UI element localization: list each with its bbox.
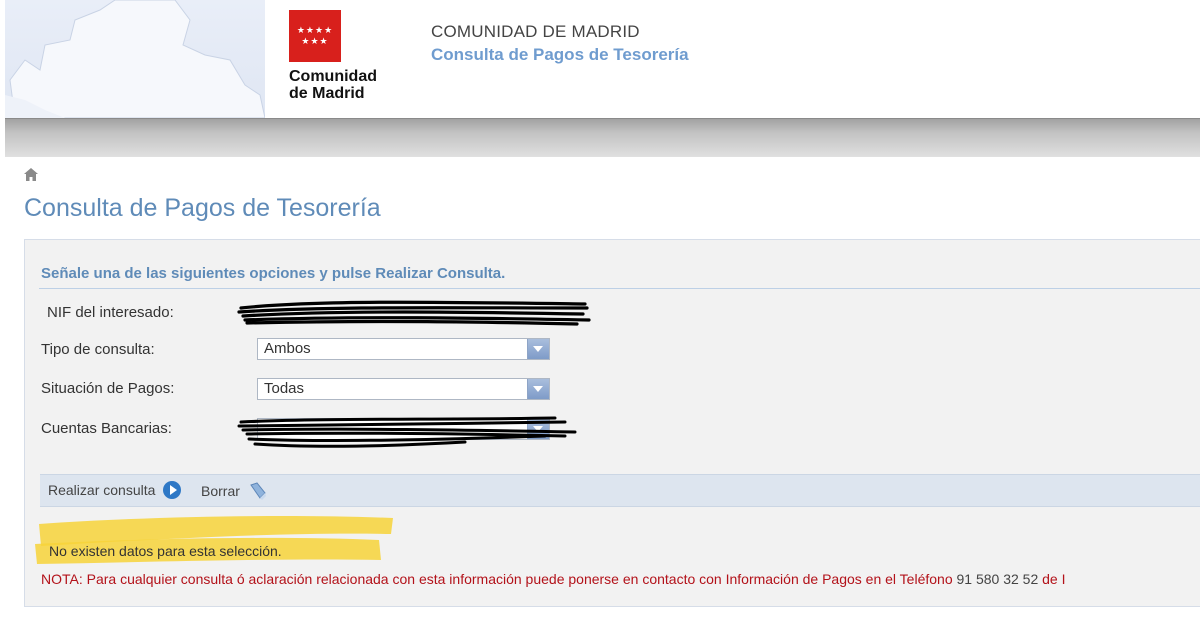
action-bar: Realizar consulta Borrar <box>40 474 1200 507</box>
cuentas-redaction <box>237 416 577 448</box>
madrid-map-banner <box>5 0 265 118</box>
flag-stars-top: ★★★★ <box>296 25 334 35</box>
nif-redaction <box>237 300 591 326</box>
borrar-label: Borrar <box>201 483 240 499</box>
realizar-consulta-button[interactable]: Realizar consulta <box>48 481 182 499</box>
realizar-consulta-label: Realizar consulta <box>48 482 156 498</box>
org-title: COMUNIDAD DE MADRID <box>431 22 640 41</box>
no-data-message: No existen datos para esta selección. <box>49 543 282 559</box>
note-text: NOTA: Para cualquier consulta ó aclaraci… <box>41 571 957 587</box>
note-tail: de I <box>1038 571 1066 587</box>
chevron-down-icon[interactable] <box>527 339 549 359</box>
site-header: ★★★★ ★★★ Comunidad de Madrid COMUNIDAD D… <box>0 0 1200 118</box>
situacion-select[interactable]: Todas <box>257 378 550 400</box>
chevron-down-icon[interactable] <box>527 379 549 399</box>
situacion-label: Situación de Pagos: <box>41 380 175 397</box>
heading-divider <box>39 288 1200 289</box>
nav-bar <box>5 118 1200 157</box>
play-icon <box>163 481 182 499</box>
tipo-value: Ambos <box>264 340 311 357</box>
note-phone: 91 580 32 52 <box>956 571 1039 587</box>
logo-name-line1: Comunidad <box>289 68 377 85</box>
logo-name-line2: de Madrid <box>289 85 365 102</box>
cuentas-label: Cuentas Bancarias: <box>41 420 172 437</box>
contact-note: NOTA: Para cualquier consulta ó aclaraci… <box>41 571 1066 587</box>
tipo-select[interactable]: Ambos <box>257 338 550 360</box>
eraser-icon <box>250 482 266 500</box>
borrar-button[interactable]: Borrar <box>201 481 268 501</box>
form-heading: Señale una de las siguientes opciones y … <box>41 265 506 282</box>
flag-stars-bottom: ★★★ <box>301 36 329 46</box>
nif-label: NIF del interesado: <box>47 304 174 321</box>
header-titles: COMUNIDAD DE MADRID Consulta de Pagos de… <box>431 22 689 65</box>
app-title: Consulta de Pagos de Tesorería <box>431 45 689 64</box>
home-icon[interactable] <box>24 168 38 181</box>
logo-name: Comunidad de Madrid <box>289 68 399 102</box>
query-panel: Señale una de las siguientes opciones y … <box>24 239 1200 607</box>
tipo-label: Tipo de consulta: <box>41 341 155 358</box>
situacion-value: Todas <box>264 380 305 397</box>
comunidad-madrid-logo[interactable]: ★★★★ ★★★ Comunidad de Madrid <box>289 10 399 110</box>
madrid-flag-icon: ★★★★ ★★★ <box>289 10 341 62</box>
page-title: Consulta de Pagos de Tesorería <box>24 194 381 222</box>
